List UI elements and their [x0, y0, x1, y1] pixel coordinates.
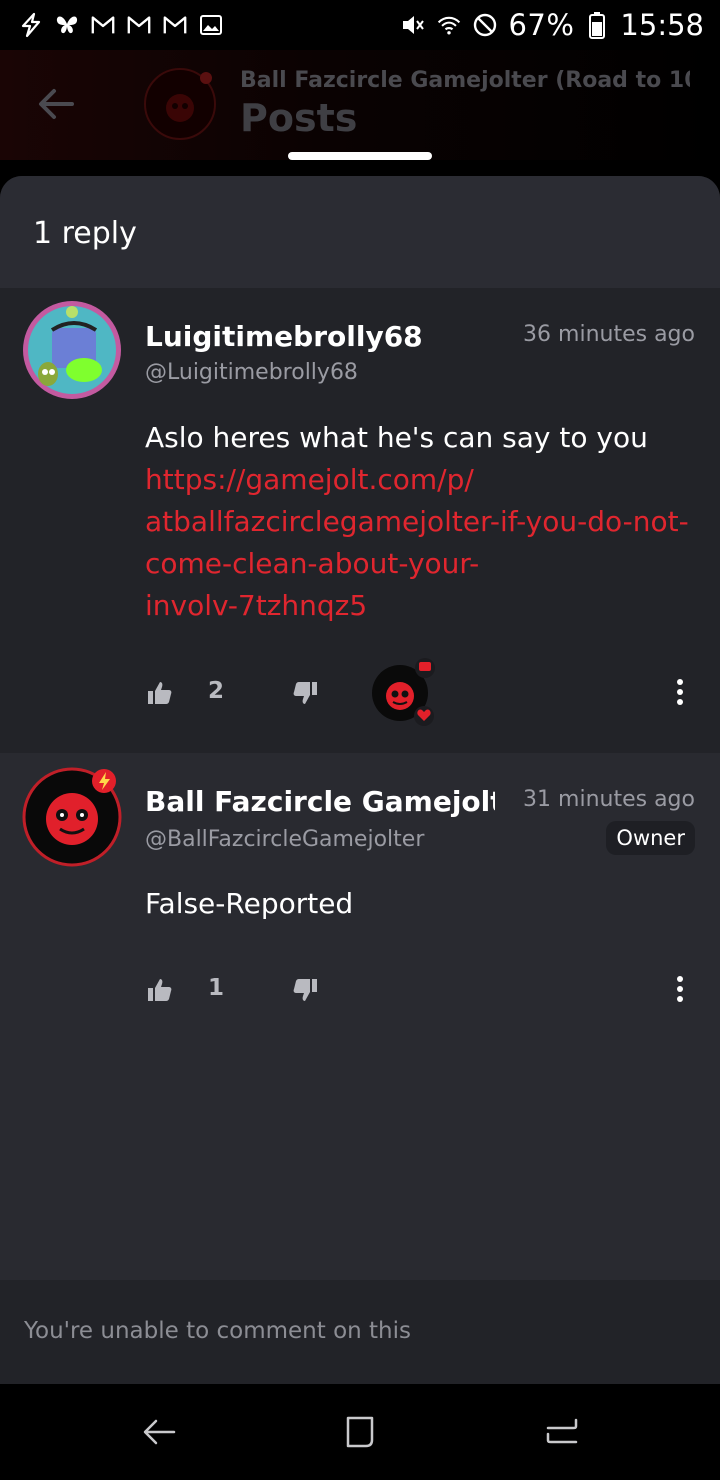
like-count: 2: [208, 678, 225, 704]
page-title: Posts: [240, 96, 358, 140]
sheet-drag-handle[interactable]: [288, 152, 432, 160]
wifi-icon: [436, 12, 462, 38]
gmail-icon: [126, 12, 152, 38]
butterfly-app-icon: [54, 12, 80, 38]
comment-item: Ball Fazcircle Gamejolter @BallFazcircle…: [0, 753, 720, 1153]
comment-handle[interactable]: @BallFazcircleGamejolter: [145, 827, 424, 852]
like-count: 1: [208, 975, 225, 1001]
dislike-icon[interactable]: [290, 975, 320, 1005]
no-signal-icon: [472, 12, 498, 38]
more-options-icon[interactable]: [664, 676, 696, 708]
comment-timestamp: 31 minutes ago: [523, 787, 695, 812]
gallery-icon: [198, 12, 224, 38]
mute-icon: [400, 12, 426, 38]
nav-recents-icon[interactable]: [542, 1412, 582, 1452]
owner-badge: Owner: [606, 821, 695, 855]
nav-back-icon[interactable]: [140, 1412, 180, 1452]
comment-author[interactable]: Luigitimebrolly68: [145, 320, 495, 353]
nav-home-icon[interactable]: [340, 1412, 380, 1452]
channel-avatar[interactable]: [144, 68, 216, 140]
gmail-icon: [162, 12, 188, 38]
comment-link-line[interactable]: https://gamejolt.com/p/: [145, 459, 689, 501]
channel-name: Ball Fazcircle Gamejolter (Road to 1000 …: [240, 68, 690, 93]
back-arrow-icon[interactable]: [36, 84, 76, 124]
comment-disabled-message: You're unable to comment on this: [24, 1318, 411, 1344]
like-icon[interactable]: [145, 975, 175, 1005]
system-icons: 67% 15:58: [400, 8, 704, 42]
comment-text: Aslo heres what he's can say to you: [145, 421, 648, 454]
comment-text: False-Reported: [145, 887, 354, 920]
battery-percent: 67%: [508, 8, 575, 42]
dislike-icon[interactable]: [290, 678, 320, 708]
post-header: Ball Fazcircle Gamejolter (Road to 1000 …: [0, 50, 720, 160]
gmail-icon: [90, 12, 116, 38]
like-icon[interactable]: [145, 678, 175, 708]
comment-body: Aslo heres what he's can say to you http…: [145, 417, 689, 627]
comment-link-line[interactable]: come-clean-about-your-: [145, 543, 689, 585]
reply-count: 1 reply: [33, 216, 137, 251]
battery-icon: [584, 12, 610, 39]
notification-icons: [18, 12, 224, 38]
avatar[interactable]: [22, 767, 122, 867]
more-options-icon[interactable]: [664, 973, 696, 1005]
avatar[interactable]: [22, 300, 122, 400]
comment-disabled-footer: You're unable to comment on this: [0, 1280, 720, 1384]
creator-reaction-avatar[interactable]: [370, 656, 440, 726]
comment-timestamp: 36 minutes ago: [523, 322, 695, 347]
replies-sheet: 1 reply Luigitimebrolly68 @Luigitimebrol…: [0, 176, 720, 1384]
comment-link-line[interactable]: atballfazcirclegamejolter-if-you-do-not-: [145, 501, 689, 543]
lightning-app-icon: [18, 12, 44, 38]
comment-link-line[interactable]: involv-7tzhnqz5: [145, 585, 689, 627]
comment-item: Luigitimebrolly68 @Luigitimebrolly68 36 …: [0, 288, 720, 753]
system-nav-bar: [0, 1384, 720, 1480]
comment-handle[interactable]: @Luigitimebrolly68: [145, 360, 358, 385]
clock: 15:58: [620, 8, 704, 42]
sheet-header: 1 reply: [0, 176, 720, 288]
status-bar: 67% 15:58: [0, 0, 720, 50]
comment-author[interactable]: Ball Fazcircle Gamejolter: [145, 785, 495, 818]
